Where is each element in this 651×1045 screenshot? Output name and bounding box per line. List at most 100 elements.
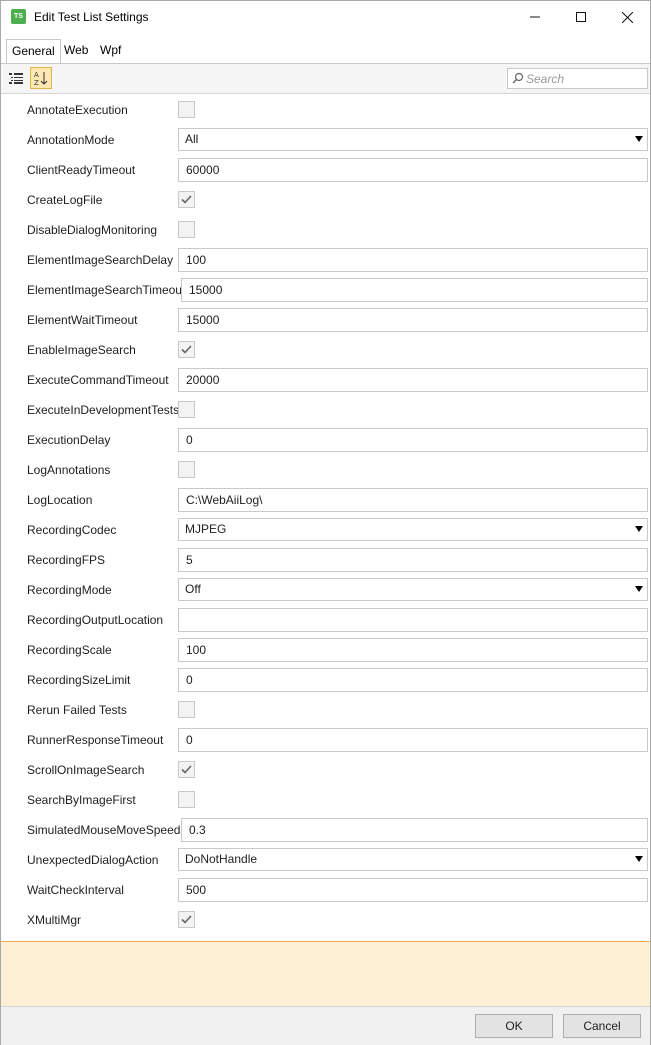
property-row: DisableDialogMonitoring — [1, 215, 650, 245]
property-row: AnnotateExecution — [1, 95, 650, 125]
property-value-field[interactable]: C:\WebAiiLog\ — [178, 488, 648, 512]
app-icon: TS — [11, 9, 26, 24]
property-row: ElementWaitTimeout 15000 — [1, 305, 650, 335]
property-checkbox[interactable] — [178, 701, 195, 718]
property-value-dropdown[interactable]: MJPEG — [178, 518, 648, 541]
search-input[interactable] — [526, 70, 644, 87]
property-row: RunnerResponseTimeout 0 — [1, 725, 650, 755]
tab-web[interactable]: Web — [59, 39, 93, 64]
property-name: SearchByImageFirst — [27, 793, 136, 807]
property-name: RunnerResponseTimeout — [27, 733, 164, 747]
property-row: SearchByImageFirst — [1, 785, 650, 815]
property-name: Rerun Failed Tests — [27, 703, 127, 717]
dropdown-selected-value: All — [185, 132, 199, 146]
property-row: LogAnnotations — [1, 455, 650, 485]
property-name: RecordingFPS — [27, 553, 106, 567]
property-name: EnableImageSearch — [27, 343, 136, 357]
property-row: RecordingOutputLocation — [1, 605, 650, 635]
property-value-field[interactable]: 0 — [178, 668, 648, 692]
property-checkbox[interactable] — [178, 401, 195, 418]
property-value-field[interactable]: 0 — [178, 728, 648, 752]
property-row: RecordingMode Off — [1, 575, 650, 605]
property-value-field[interactable]: 5 — [178, 548, 648, 572]
close-icon — [621, 11, 633, 23]
dropdown-selected-value: DoNotHandle — [185, 852, 258, 866]
maximize-button[interactable] — [558, 1, 604, 33]
property-name: ElementImageSearchTimeout — [27, 283, 186, 297]
categorized-button[interactable] — [5, 67, 27, 89]
property-row: ExecutionDelay 0 — [1, 425, 650, 455]
property-row: ScrollOnImageSearch — [1, 755, 650, 785]
property-name: RecordingSizeLimit — [27, 673, 131, 687]
property-name: RecordingMode — [27, 583, 112, 597]
property-row: ElementImageSearchDelay 100 — [1, 245, 650, 275]
search-icon — [512, 72, 524, 84]
checkmark-icon — [181, 765, 192, 774]
svg-text:A: A — [34, 71, 39, 79]
property-name: ExecuteInDevelopmentTests — [27, 403, 180, 417]
dropdown-arrow-icon — [635, 526, 643, 532]
cancel-button[interactable]: Cancel — [563, 1014, 641, 1038]
description-panel — [1, 941, 650, 1006]
property-value-field[interactable]: 20000 — [178, 368, 648, 392]
property-row: SimulatedMouseMoveSpeed 0.3 — [1, 815, 650, 845]
dropdown-arrow-icon — [635, 136, 643, 142]
property-row: ExecuteCommandTimeout 20000 — [1, 365, 650, 395]
property-name: ElementWaitTimeout — [27, 313, 138, 327]
dropdown-arrow-icon — [635, 586, 643, 592]
property-row: AnnotationMode All — [1, 125, 650, 155]
property-grid-toolbar: A Z — [1, 64, 650, 94]
property-value-field[interactable]: 100 — [178, 638, 648, 662]
property-name: RecordingCodec — [27, 523, 117, 537]
property-value-field[interactable]: 0.3 — [181, 818, 648, 842]
ok-button[interactable]: OK — [475, 1014, 553, 1038]
property-value-field[interactable]: 100 — [178, 248, 648, 272]
property-checkbox[interactable] — [178, 761, 195, 778]
tab-strip: General Web Wpf — [1, 39, 650, 64]
property-checkbox[interactable] — [178, 791, 195, 808]
minimize-icon — [530, 16, 540, 18]
property-value-field[interactable]: 0 — [178, 428, 648, 452]
tab-general[interactable]: General — [6, 39, 61, 64]
minimize-button[interactable] — [512, 1, 558, 33]
property-value-dropdown[interactable]: DoNotHandle — [178, 848, 648, 871]
property-checkbox[interactable] — [178, 101, 195, 118]
property-value-field[interactable]: 500 — [178, 878, 648, 902]
property-value-field[interactable]: 60000 — [178, 158, 648, 182]
property-row: LogLocation C:\WebAiiLog\ — [1, 485, 650, 515]
property-name: RecordingOutputLocation — [27, 613, 164, 627]
property-name: SimulatedMouseMoveSpeed — [27, 823, 181, 837]
close-button[interactable] — [604, 1, 650, 33]
property-value-dropdown[interactable]: Off — [178, 578, 648, 601]
property-name: ExecutionDelay — [27, 433, 111, 447]
tab-wpf[interactable]: Wpf — [95, 39, 126, 64]
property-checkbox[interactable] — [178, 191, 195, 208]
property-row: XMultiMgr — [1, 905, 650, 935]
maximize-icon — [576, 12, 586, 22]
property-name: UnexpectedDialogAction — [27, 853, 159, 867]
property-name: XMultiMgr — [27, 913, 82, 927]
property-name: ExecuteCommandTimeout — [27, 373, 169, 387]
property-name: ScrollOnImageSearch — [27, 763, 145, 777]
property-checkbox[interactable] — [178, 341, 195, 358]
property-value-field[interactable] — [178, 608, 648, 632]
property-checkbox[interactable] — [178, 461, 195, 478]
alphabetical-button[interactable]: A Z — [30, 67, 52, 89]
dialog-window: TS Edit Test List Settings General Web W… — [0, 0, 651, 1045]
property-name: DisableDialogMonitoring — [27, 223, 158, 237]
property-row: RecordingScale 100 — [1, 635, 650, 665]
property-name: RecordingScale — [27, 643, 112, 657]
property-row: RecordingCodec MJPEG — [1, 515, 650, 545]
property-value-dropdown[interactable]: All — [178, 128, 648, 151]
property-value-field[interactable]: 15000 — [181, 278, 648, 302]
property-checkbox[interactable] — [178, 911, 195, 928]
alphabetical-sort-icon: A Z — [34, 71, 48, 86]
search-box[interactable] — [507, 68, 648, 89]
property-name: LogAnnotations — [27, 463, 111, 477]
title-bar[interactable]: TS Edit Test List Settings — [1, 1, 650, 34]
dropdown-arrow-icon — [635, 856, 643, 862]
property-row: RecordingSizeLimit 0 — [1, 665, 650, 695]
property-value-field[interactable]: 15000 — [178, 308, 648, 332]
property-name: AnnotationMode — [27, 133, 115, 147]
property-checkbox[interactable] — [178, 221, 195, 238]
